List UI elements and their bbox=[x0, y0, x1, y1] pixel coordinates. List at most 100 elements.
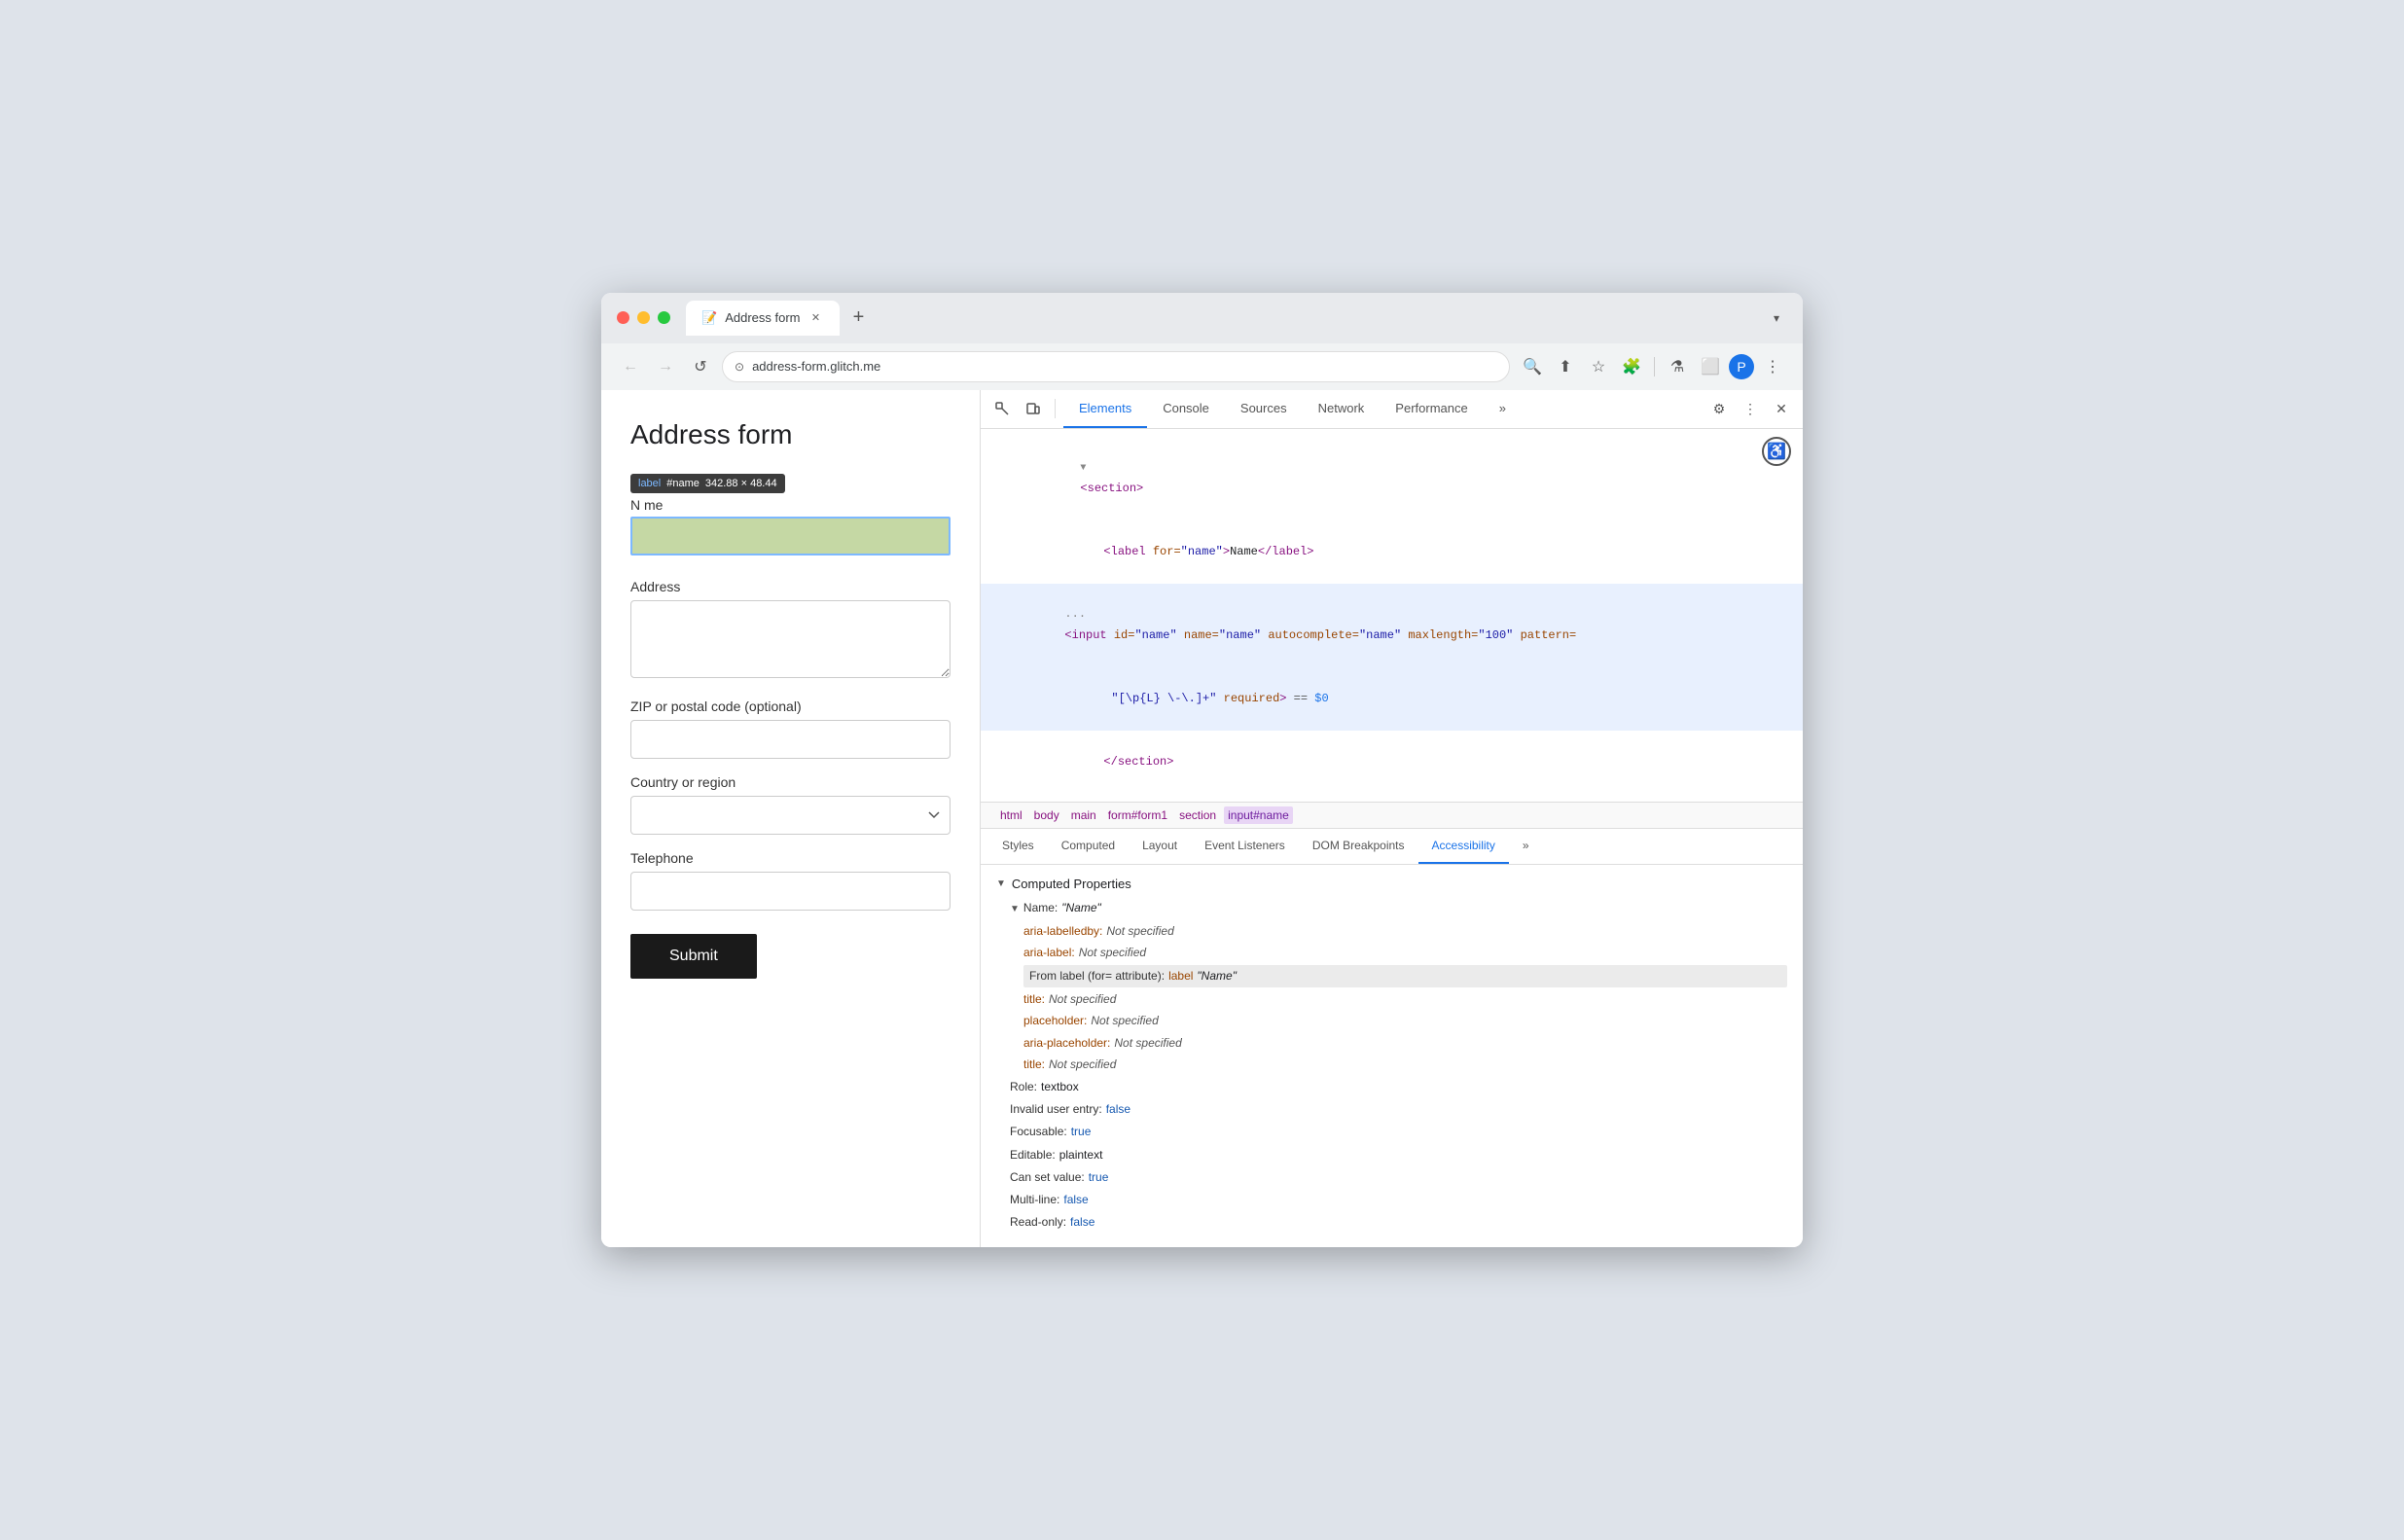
zip-input[interactable] bbox=[630, 720, 951, 759]
sub-tab-event-listeners[interactable]: Event Listeners bbox=[1191, 829, 1299, 864]
sub-tab-layout[interactable]: Layout bbox=[1129, 829, 1191, 864]
telephone-input[interactable] bbox=[630, 872, 951, 911]
country-label: Country or region bbox=[630, 774, 951, 790]
split-icon[interactable]: ⬜ bbox=[1696, 352, 1725, 381]
acc-title-2-key: title: bbox=[1023, 1056, 1045, 1074]
webpage-panel: Address form label#name 342.88 × 48.44 N… bbox=[601, 390, 981, 1248]
html-label-tag-close: > bbox=[1223, 545, 1230, 558]
acc-name-row[interactable]: ▼ Name: "Name" bbox=[1010, 901, 1787, 914]
new-tab-button[interactable]: + bbox=[843, 303, 875, 334]
toolbar-icons: 🔍 ⬆ ☆ 🧩 ⚗ ⬜ P ⋮ bbox=[1518, 352, 1787, 381]
url-security-icon: ⊙ bbox=[735, 360, 744, 374]
tab-dropdown-button[interactable]: ▾ bbox=[1766, 307, 1787, 329]
element-picker-icon[interactable] bbox=[988, 395, 1016, 422]
accessibility-icon[interactable]: ♿ bbox=[1762, 437, 1791, 466]
acc-aria-label: aria-label: Not specified bbox=[1023, 944, 1787, 962]
bookmark-icon[interactable]: ☆ bbox=[1584, 352, 1613, 381]
address-input[interactable] bbox=[630, 600, 951, 678]
tab-sources[interactable]: Sources bbox=[1225, 390, 1303, 429]
html-label-val: "name" bbox=[1181, 545, 1223, 558]
submit-button[interactable]: Submit bbox=[630, 934, 757, 979]
sub-tab-styles[interactable]: Styles bbox=[988, 829, 1048, 864]
breadcrumb-input[interactable]: input#name bbox=[1224, 806, 1293, 824]
devtools-panel: Elements Console Sources Network Perform… bbox=[981, 390, 1803, 1248]
more-menu-icon[interactable]: ⋮ bbox=[1758, 352, 1787, 381]
acc-aria-labelledby-val: Not specified bbox=[1106, 922, 1173, 941]
tab-bar: 📝 Address form ✕ + ▾ bbox=[686, 301, 1787, 336]
acc-invalid-key: Invalid user entry: bbox=[1010, 1100, 1102, 1119]
minimize-window-button[interactable] bbox=[637, 311, 650, 324]
devtools-more-icon[interactable]: ⋮ bbox=[1737, 395, 1764, 422]
acc-from-label-key: From label (for= attribute): bbox=[1029, 967, 1165, 985]
acc-name-value: "Name" bbox=[1061, 901, 1101, 914]
close-window-button[interactable] bbox=[617, 311, 629, 324]
breadcrumb-body[interactable]: body bbox=[1030, 806, 1063, 824]
country-select[interactable] bbox=[630, 796, 951, 835]
tab-title: Address form bbox=[725, 310, 800, 325]
html-label-attr: for= bbox=[1153, 545, 1181, 558]
devtools-settings-icon[interactable]: ⚙ bbox=[1705, 395, 1733, 422]
acc-invalid-row: Invalid user entry: false bbox=[1010, 1100, 1787, 1119]
tab-network[interactable]: Network bbox=[1303, 390, 1381, 429]
acc-can-set-key: Can set value: bbox=[1010, 1168, 1085, 1187]
url-bar[interactable]: ⊙ address-form.glitch.me bbox=[722, 351, 1510, 382]
acc-title-1-key: title: bbox=[1023, 990, 1045, 1009]
acc-placeholder-key: placeholder: bbox=[1023, 1012, 1087, 1030]
device-toggle-icon[interactable] bbox=[1020, 395, 1047, 422]
html-autocomplete-val: "name" bbox=[1359, 628, 1401, 642]
devtools-actions: ⚙ ⋮ ✕ bbox=[1705, 395, 1795, 422]
telephone-label: Telephone bbox=[630, 850, 951, 866]
extension-icon[interactable]: 🧩 bbox=[1617, 352, 1646, 381]
html-input-name: name= bbox=[1184, 628, 1219, 642]
zip-label: ZIP or postal code (optional) bbox=[630, 698, 951, 714]
breadcrumb-html[interactable]: html bbox=[996, 806, 1026, 824]
acc-invalid-val: false bbox=[1106, 1100, 1130, 1119]
url-text: address-form.glitch.me bbox=[752, 359, 880, 374]
html-input-name-val: "name" bbox=[1219, 628, 1261, 642]
sub-tab-computed[interactable]: Computed bbox=[1048, 829, 1129, 864]
address-bar: ← → ↺ ⊙ address-form.glitch.me 🔍 ⬆ ☆ 🧩 ⚗… bbox=[601, 343, 1803, 390]
acc-aria-label-key: aria-label: bbox=[1023, 944, 1075, 962]
tab-elements[interactable]: Elements bbox=[1063, 390, 1147, 429]
acc-readonly-val: false bbox=[1070, 1213, 1094, 1232]
html-pattern-val: "[\p{L} \-\.]+" bbox=[1111, 692, 1216, 705]
devtools-close-icon[interactable]: ✕ bbox=[1768, 395, 1795, 422]
html-dots: ... bbox=[1064, 607, 1099, 621]
html-line-section-open: ▼ <section> bbox=[996, 437, 1787, 520]
refresh-button[interactable]: ↺ bbox=[687, 353, 714, 380]
html-input-tag: <input bbox=[1064, 628, 1113, 642]
name-input[interactable] bbox=[630, 517, 951, 555]
tab-close-button[interactable]: ✕ bbox=[808, 310, 824, 326]
html-maxlength: maxlength= bbox=[1408, 628, 1478, 642]
html-section-close-tag: </section> bbox=[1103, 755, 1173, 769]
acc-aria-labelledby: aria-labelledby: Not specified bbox=[1023, 922, 1787, 941]
tab-performance[interactable]: Performance bbox=[1380, 390, 1483, 429]
tooltip-dimensions: 342.88 × 48.44 bbox=[705, 478, 777, 489]
html-input-id-val: "name" bbox=[1134, 628, 1176, 642]
acc-readonly-key: Read-only: bbox=[1010, 1213, 1066, 1232]
acc-placeholder-val: Not specified bbox=[1091, 1012, 1158, 1030]
tab-console[interactable]: Console bbox=[1147, 390, 1225, 429]
html-required: required bbox=[1224, 692, 1280, 705]
forward-button[interactable]: → bbox=[652, 353, 679, 380]
back-button[interactable]: ← bbox=[617, 353, 644, 380]
breadcrumb-section[interactable]: section bbox=[1175, 806, 1220, 824]
tab-more[interactable]: » bbox=[1484, 390, 1522, 429]
sub-tab-dom-breakpoints[interactable]: DOM Breakpoints bbox=[1299, 829, 1418, 864]
breadcrumb-form[interactable]: form#form1 bbox=[1104, 806, 1171, 824]
active-tab[interactable]: 📝 Address form ✕ bbox=[686, 301, 840, 336]
computed-properties-label: Computed Properties bbox=[1012, 877, 1131, 891]
maximize-window-button[interactable] bbox=[658, 311, 670, 324]
breadcrumb-main[interactable]: main bbox=[1067, 806, 1100, 824]
title-bar: 📝 Address form ✕ + ▾ bbox=[601, 293, 1803, 343]
acc-title-1-val: Not specified bbox=[1049, 990, 1116, 1009]
acc-title-2-val: Not specified bbox=[1049, 1056, 1116, 1074]
profile-icon[interactable]: P bbox=[1729, 354, 1754, 379]
search-icon[interactable]: 🔍 bbox=[1518, 352, 1547, 381]
html-line-input[interactable]: ... <input id="name" name="name" autocom… bbox=[981, 584, 1803, 667]
sub-tab-accessibility[interactable]: Accessibility bbox=[1418, 829, 1509, 864]
sub-tab-more[interactable]: » bbox=[1509, 829, 1543, 864]
computed-properties-header[interactable]: ▼ Computed Properties bbox=[996, 877, 1787, 891]
lighthouse-icon[interactable]: ⚗ bbox=[1663, 352, 1692, 381]
share-icon[interactable]: ⬆ bbox=[1551, 352, 1580, 381]
